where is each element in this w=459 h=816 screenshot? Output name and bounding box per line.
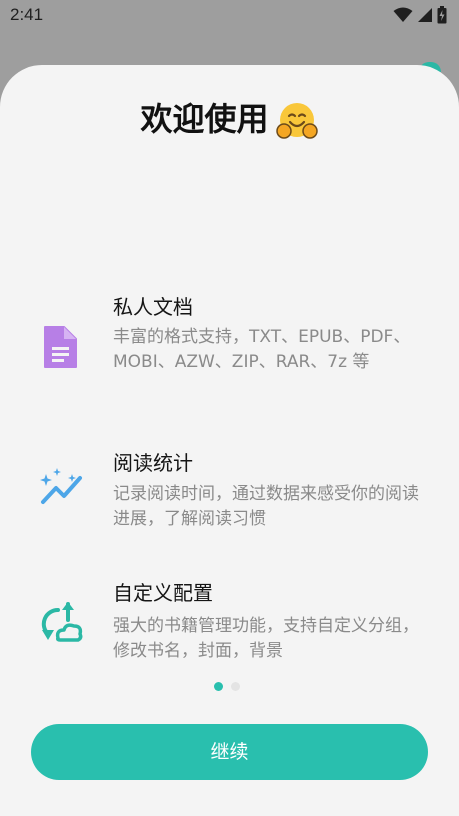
continue-button[interactable]: 继续 xyxy=(31,724,428,780)
wifi-icon xyxy=(393,7,413,27)
sparkle-chart-icon xyxy=(38,464,84,510)
page-indicator xyxy=(214,682,240,691)
hugging-face-emoji-icon xyxy=(275,101,319,141)
feature-description: 丰富的格式支持，TXT、EPUB、PDF、MOBI、AZW、ZIP、RAR、7z… xyxy=(113,327,411,372)
battery-icon xyxy=(437,6,447,28)
status-time: 2:41 xyxy=(10,5,44,24)
document-icon xyxy=(38,324,84,370)
feature-title: 阅读统计 xyxy=(113,451,193,475)
welcome-title-row: 欢迎使用 xyxy=(0,94,459,141)
signal-icon xyxy=(417,7,433,27)
feature-description: 记录阅读时间，通过数据来感受你的阅读进展，了解阅读习惯 xyxy=(113,484,419,529)
welcome-sheet xyxy=(0,65,459,816)
page-dot-active xyxy=(214,682,223,691)
feature-title: 自定义配置 xyxy=(113,581,213,605)
sync-cloud-icon xyxy=(38,600,84,646)
status-bar: 2:41 xyxy=(0,0,459,32)
welcome-title: 欢迎使用 xyxy=(140,100,269,138)
status-icons xyxy=(393,6,447,28)
page-dot-inactive[interactable] xyxy=(231,682,240,691)
feature-title: 私人文档 xyxy=(113,295,193,319)
feature-description: 强大的书籍管理功能，支持自定义分组，修改书名，封面，背景 xyxy=(113,616,419,661)
